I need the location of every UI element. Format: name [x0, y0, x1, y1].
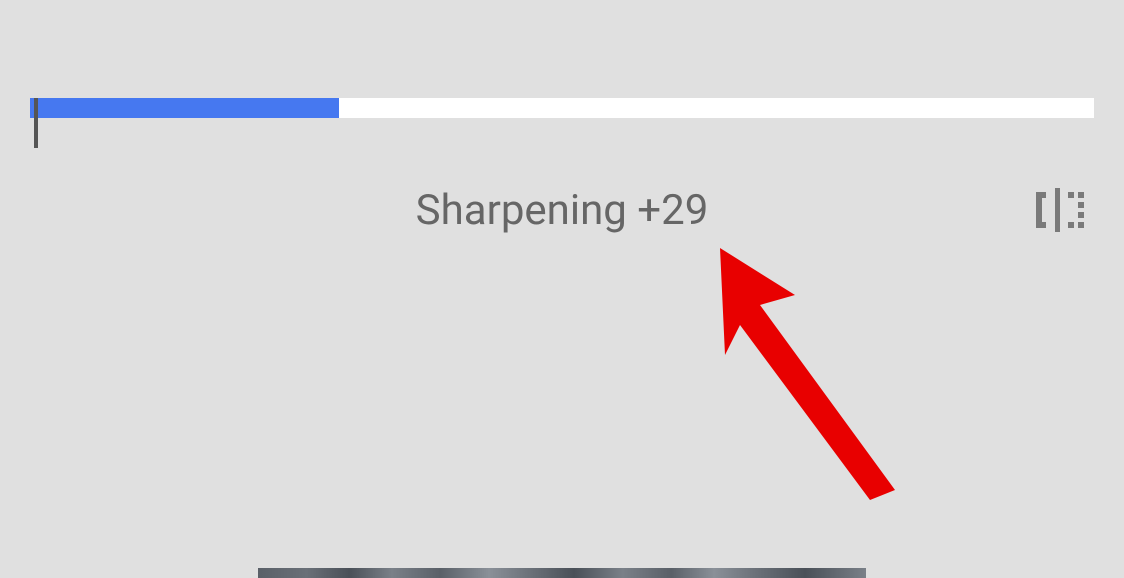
slider-origin-tick	[34, 98, 38, 148]
slider-track	[30, 98, 1094, 118]
adjustment-label-row: Sharpening +29	[0, 180, 1124, 240]
adjustment-slider[interactable]	[30, 98, 1094, 148]
slider-fill	[30, 98, 339, 118]
image-thumbnail-strip	[258, 568, 866, 578]
compare-split-icon[interactable]	[1030, 186, 1084, 234]
adjustment-label: Sharpening +29	[416, 186, 709, 235]
annotation-arrow-icon	[700, 240, 910, 500]
